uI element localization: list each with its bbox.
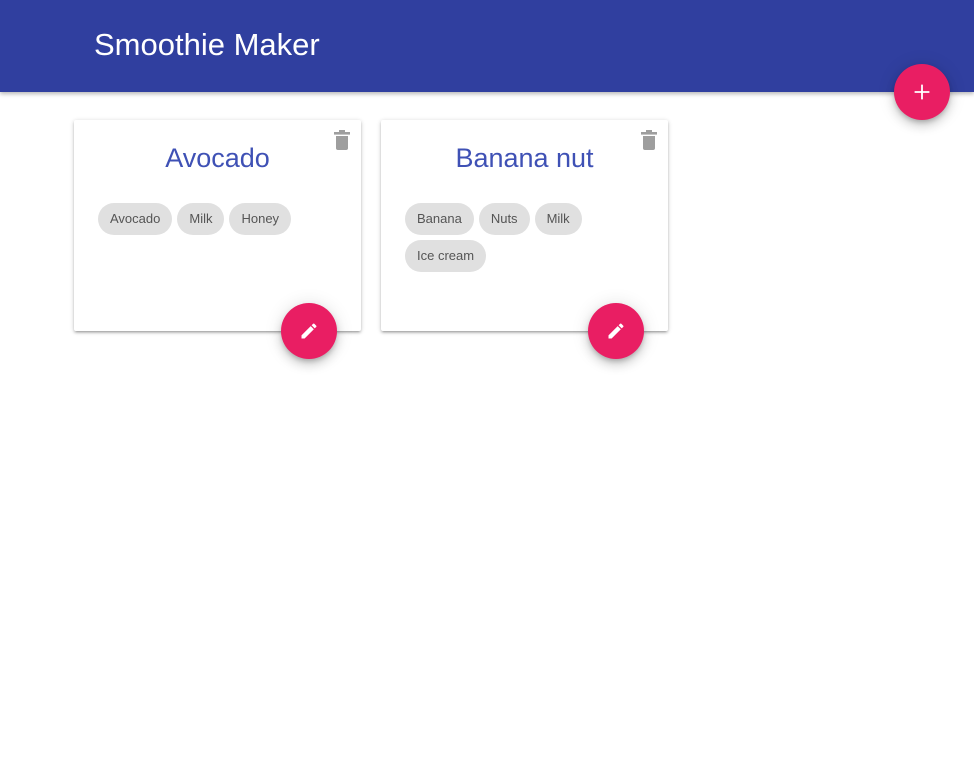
plus-icon [914,84,930,100]
ingredient-chip-list: Avocado Milk Honey [98,203,348,235]
delete-recipe-button[interactable] [333,130,351,150]
trash-icon [334,130,350,150]
ingredient-chip: Nuts [478,203,530,235]
recipe-title: Avocado [165,143,270,173]
add-smoothie-button[interactable] [894,64,950,120]
ingredient-chip: Avocado [98,203,173,235]
trash-icon [641,130,657,150]
edit-recipe-button[interactable] [588,303,644,359]
ingredient-chip: Milk [534,203,582,235]
ingredient-chip: Ice cream [405,240,487,272]
app-title: Smoothie Maker [94,27,320,62]
app-bar: Smoothie Maker [0,0,974,92]
edit-recipe-button[interactable] [281,303,337,359]
recipe-card: Banana nut Banana Nuts Milk Ice cream [381,120,668,359]
recipe-title: Banana nut [455,143,594,173]
pencil-icon [301,323,317,339]
ingredient-chip: Milk [177,203,225,235]
ingredient-chip: Honey [229,203,292,235]
delete-recipe-button[interactable] [640,130,658,150]
pencil-icon [608,323,624,339]
ingredient-chip-list: Banana Nuts Milk Ice cream [405,203,655,272]
ingredient-chip: Banana [405,203,474,235]
recipe-card: Avocado Avocado Milk Honey [74,120,361,359]
